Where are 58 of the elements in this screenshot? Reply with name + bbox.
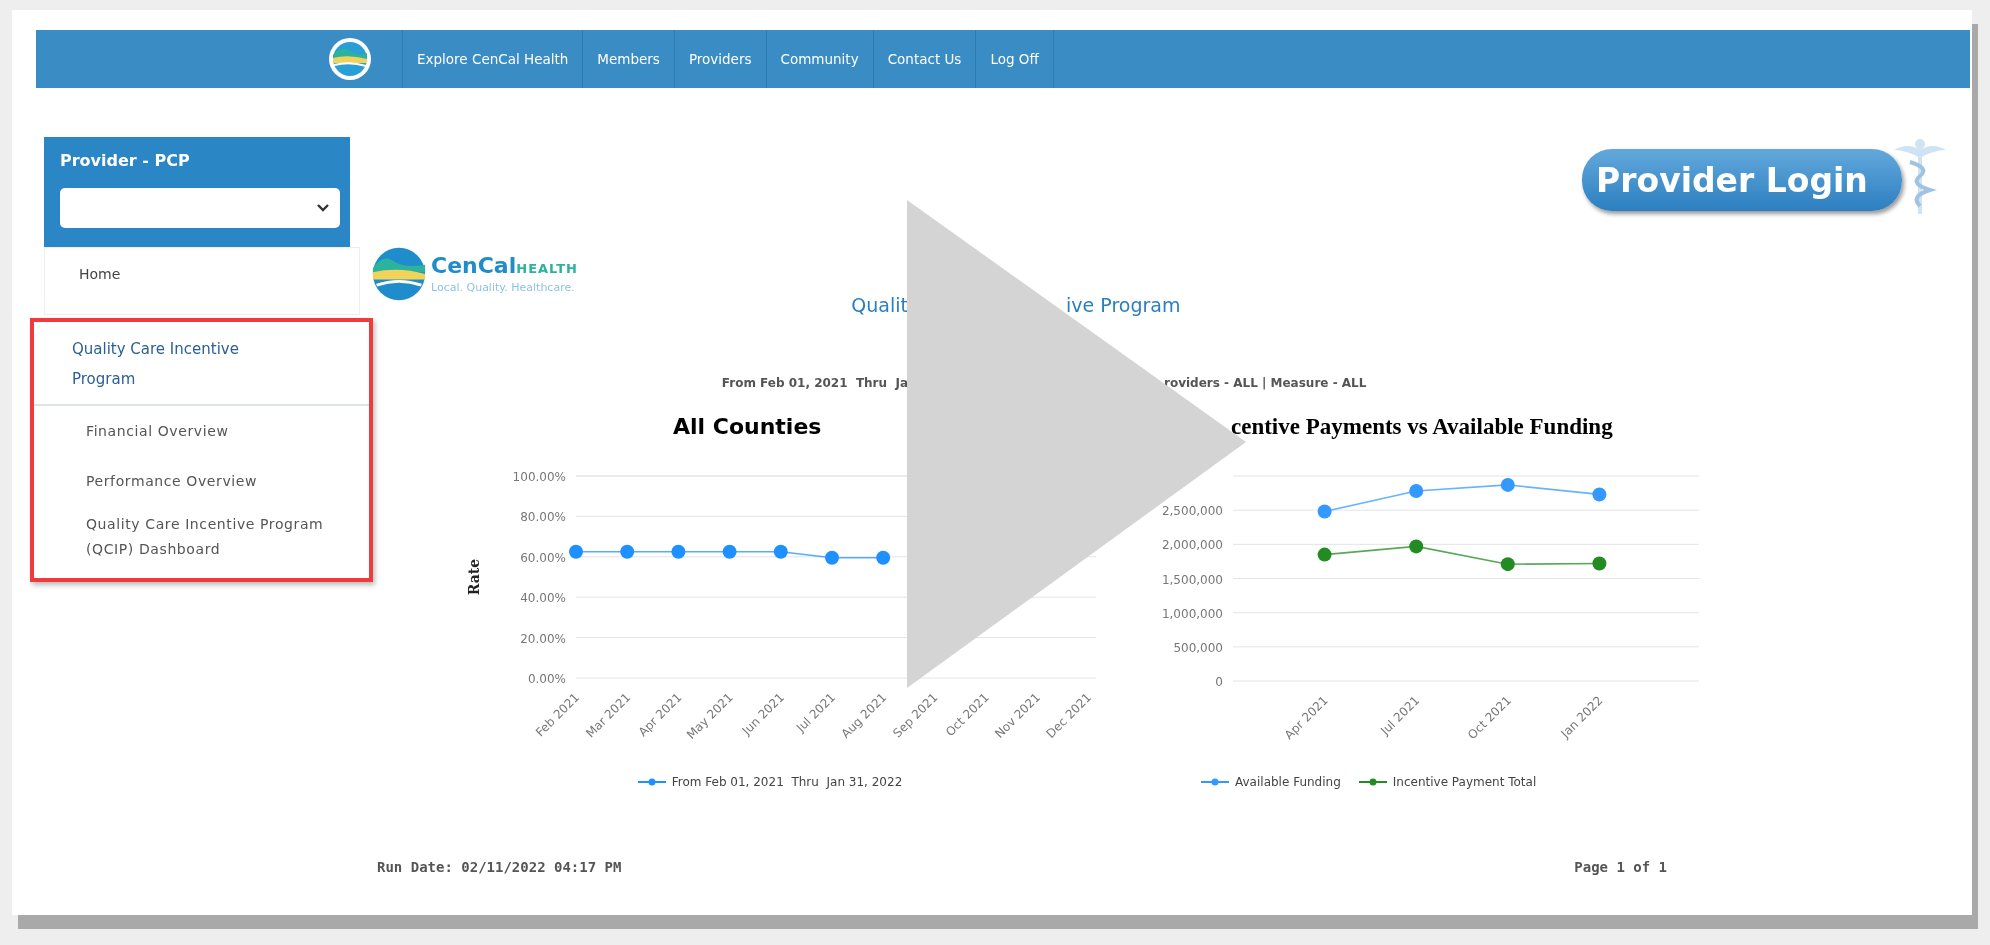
y-tick-label: 1,000,000 <box>1161 606 1223 621</box>
y-tick-label: 1,500,000 <box>1161 572 1223 587</box>
report-filter: From Feb 01, 2021 Thru Ja <box>720 376 908 392</box>
y-tick-label: 0.00% <box>527 672 566 686</box>
report-title: Qualit <box>850 294 908 318</box>
y-tick-label: 2,000,000 <box>1161 538 1223 553</box>
nav-link[interactable]: Members <box>582 30 674 88</box>
sidebar-item[interactable]: Quality Care Incentive Program <box>34 322 369 406</box>
brand-name: CenCalHEALTH <box>431 254 578 280</box>
sidebar-title: Provider - PCP <box>60 151 191 170</box>
data-point <box>1500 557 1515 572</box>
data-point <box>1317 504 1332 519</box>
y-tick-label: 20.00% <box>520 631 566 646</box>
data-point <box>1409 539 1424 554</box>
chart-title: centive Payments vs Available Funding <box>1230 414 1614 441</box>
logo-icon <box>371 246 427 302</box>
provider-login-text: Provider Login <box>1595 160 1868 200</box>
nav-link[interactable]: Contact Us <box>872 30 976 88</box>
run-date: Run Date: 02/11/2022 04:17 PM <box>377 859 622 875</box>
y-tick-label: 0 <box>1215 675 1223 689</box>
sidebar-subitem[interactable]: Performance Overview <box>34 456 369 506</box>
data-point <box>1592 556 1607 571</box>
logo-icon[interactable] <box>328 37 372 81</box>
data-point <box>825 550 839 565</box>
chevron-icon <box>316 203 330 213</box>
legend-label: From Feb 01, 2021 Thru Jan 31, 2022 <box>671 775 903 789</box>
provider-select[interactable] <box>60 188 340 228</box>
nav-link[interactable]: Log Off <box>975 30 1054 88</box>
sidebar-item[interactable]: Home <box>44 247 360 315</box>
nav-link[interactable]: Providers <box>673 30 766 88</box>
y-tick-label: 100.00% <box>512 470 566 484</box>
report-filter: roviders - ALL | Measure - ALL <box>1164 376 1367 392</box>
legend-label: Incentive Payment Total <box>1392 775 1537 789</box>
data-point <box>1409 484 1424 499</box>
y-tick-label: 60.00% <box>520 550 566 565</box>
sidebar-subitem[interactable]: Quality Care Incentive Program (QCIP) Dashboard <box>34 506 369 578</box>
y-tick-label: 80.00% <box>520 510 566 525</box>
data-point <box>569 544 583 559</box>
y-tick-label: 500,000 <box>1173 640 1223 655</box>
data-point <box>773 544 788 559</box>
data-point <box>1592 487 1607 502</box>
y-tick-label: 40.00% <box>520 591 566 606</box>
legend-label: Available Funding <box>1235 775 1341 789</box>
page-number: Page 1 of 1 <box>1574 859 1667 875</box>
nav-link[interactable]: Explore CenCal Health <box>402 30 583 88</box>
data-point <box>722 544 737 559</box>
data-point <box>1317 547 1332 562</box>
data-point <box>1500 477 1515 492</box>
y-tick-label: 2,500,000 <box>1161 504 1223 519</box>
data-point <box>671 544 686 559</box>
nav-link[interactable]: Community <box>765 30 873 88</box>
brand-tagline: Local. Quality. Healthcare. <box>431 281 576 294</box>
sidebar-subitem[interactable]: Financial Overview <box>34 406 369 456</box>
y-axis-label: Rate <box>466 558 482 596</box>
chart-title: All Counties <box>672 414 823 441</box>
data-point <box>876 550 891 565</box>
report-title: ive Program <box>1066 294 1181 318</box>
data-point <box>620 544 635 559</box>
